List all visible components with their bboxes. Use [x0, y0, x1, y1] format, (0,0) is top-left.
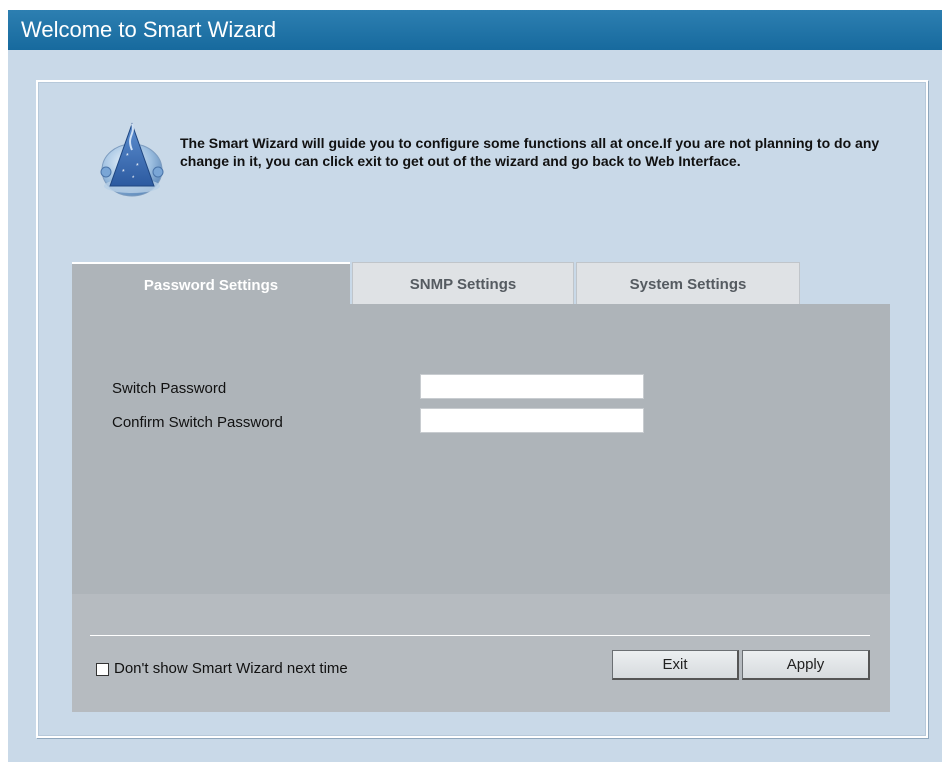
svg-text:*: *: [136, 163, 139, 170]
confirm-switch-password-label: Confirm Switch Password: [112, 414, 283, 431]
wizard-hat-icon: * * * *: [100, 122, 164, 197]
intro-text: The Smart Wizard will guide you to confi…: [180, 135, 880, 169]
dont-show-again-row: Don't show Smart Wizard next time: [96, 660, 348, 678]
tab-system-settings[interactable]: System Settings: [576, 262, 800, 304]
dont-show-again-checkbox[interactable]: [96, 662, 109, 676]
svg-text:*: *: [122, 169, 125, 176]
apply-button[interactable]: Apply: [742, 650, 870, 680]
svg-text:*: *: [126, 153, 129, 160]
settings-tabs: Password Settings SNMP Settings System S…: [72, 262, 872, 304]
window-title: Welcome to Smart Wizard: [8, 10, 942, 50]
wizard-panel: * * * * The Smart Wizard will guide you …: [36, 80, 928, 738]
dont-show-again-label[interactable]: Don't show Smart Wizard next time: [114, 660, 348, 678]
tab-snmp-settings[interactable]: SNMP Settings: [352, 262, 574, 304]
tab-content-password: Switch Password Confirm Switch Password …: [72, 304, 890, 712]
tab-password-settings[interactable]: Password Settings: [72, 262, 350, 304]
smart-wizard-window: Welcome to Smart Wizard * * * * The Smar…: [8, 10, 942, 762]
exit-button[interactable]: Exit: [612, 650, 739, 680]
confirm-switch-password-field[interactable]: [420, 408, 644, 433]
switch-password-field[interactable]: [420, 374, 644, 399]
footer-divider: [90, 635, 870, 636]
switch-password-label: Switch Password: [112, 380, 227, 397]
